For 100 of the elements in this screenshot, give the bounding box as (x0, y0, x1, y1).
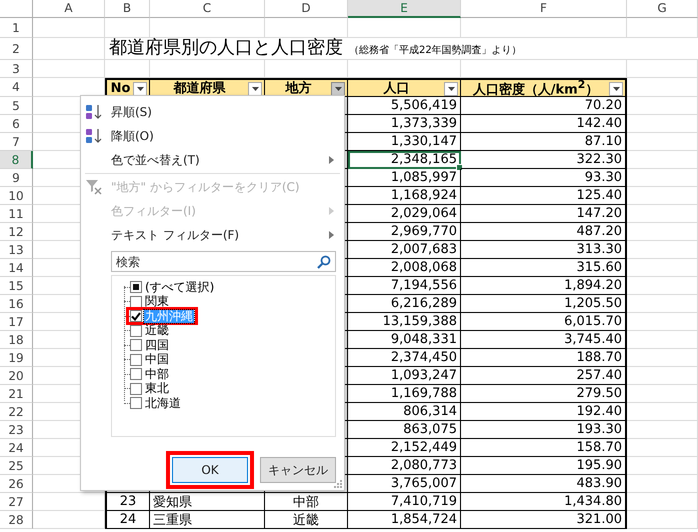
empty-cell (627, 385, 698, 403)
caret-icon (448, 87, 454, 91)
table-cell: 1,168,924 (348, 187, 461, 205)
dialog-button[interactable]: OK (172, 457, 248, 483)
dialog-button[interactable]: キャンセル (260, 457, 336, 483)
row-header[interactable]: 17 (0, 313, 33, 331)
option-label[interactable]: 四国 (144, 338, 170, 352)
select-all-corner[interactable] (0, 0, 33, 18)
filter-dropdown-button[interactable] (444, 82, 458, 96)
table-cell: 1,085,997 (348, 169, 461, 187)
row-header[interactable]: 4 (0, 78, 33, 97)
checkbox[interactable] (130, 296, 142, 308)
row-header[interactable]: 25 (0, 457, 33, 475)
menu-item[interactable]: 昇順(S) (81, 100, 344, 124)
menu-item[interactable]: 降順(O) (81, 124, 344, 148)
checkbox[interactable] (130, 368, 142, 380)
row-header[interactable]: 10 (0, 187, 33, 205)
empty-cell (627, 151, 698, 169)
filter-dropdown-button[interactable] (133, 82, 147, 96)
table-cell: 三重県 (150, 511, 265, 529)
row-header[interactable]: 19 (0, 349, 33, 367)
option-label[interactable]: 関東 (144, 295, 170, 308)
column-header[interactable]: F (461, 0, 627, 18)
row-header[interactable]: 28 (0, 511, 33, 529)
table-cell: 193.30 (461, 421, 627, 439)
checkbox[interactable] (130, 397, 142, 410)
row-header[interactable]: 8 (0, 151, 33, 169)
row-header[interactable]: 15 (0, 277, 33, 295)
table-cell: 3,765,007 (348, 475, 461, 493)
table-cell: 5,506,419 (348, 97, 461, 115)
row-header[interactable]: 22 (0, 403, 33, 421)
checkbox[interactable] (130, 281, 142, 294)
table-cell: 2,080,773 (348, 457, 461, 475)
row-header[interactable]: 26 (0, 475, 33, 493)
row-header[interactable]: 20 (0, 367, 33, 385)
checkbox[interactable] (130, 310, 142, 322)
option-label[interactable]: 中国 (144, 353, 170, 366)
row-header[interactable]: 18 (0, 331, 33, 349)
table-cell: 483.90 (461, 475, 627, 493)
table-cell: 1,854,724 (348, 511, 461, 529)
empty-cell (627, 475, 698, 493)
empty-cell (627, 349, 698, 367)
table-cell: 中部 (265, 493, 348, 511)
row-header[interactable]: 16 (0, 295, 33, 313)
option-label[interactable]: (すべて選択) (144, 280, 216, 294)
row-header[interactable]: 12 (0, 223, 33, 241)
option-label[interactable]: 近畿 (144, 324, 170, 338)
row-header[interactable]: 23 (0, 421, 33, 439)
checkbox[interactable] (130, 354, 142, 366)
option-label[interactable]: 中部 (144, 368, 170, 381)
table-cell: 7,194,556 (348, 277, 461, 295)
checkbox[interactable] (130, 382, 142, 395)
row-header[interactable]: 13 (0, 241, 33, 259)
column-header[interactable]: A (33, 0, 105, 18)
row-header[interactable]: 6 (0, 115, 33, 133)
table-cell: 279.50 (461, 385, 627, 403)
table-cell: 322.30 (461, 151, 627, 169)
row-header[interactable]: 3 (0, 60, 33, 78)
filter-dropdown-button[interactable] (331, 82, 345, 96)
empty-cell (627, 115, 698, 133)
row-header[interactable]: 21 (0, 385, 33, 403)
column-header[interactable]: B (105, 0, 150, 18)
checkbox[interactable] (130, 324, 142, 337)
checkbox[interactable] (130, 339, 142, 352)
empty-cell (627, 439, 698, 457)
table-cell: 1,373,339 (348, 115, 461, 133)
empty-cell (627, 223, 698, 241)
row-header[interactable]: 14 (0, 259, 33, 277)
empty-cell (627, 493, 698, 511)
row-header[interactable]: 11 (0, 205, 33, 223)
table-cell: 6,216,289 (348, 295, 461, 313)
table-cell: 313.30 (461, 241, 627, 259)
row-header[interactable]: 27 (0, 493, 33, 511)
sort-icon (85, 104, 103, 120)
table-header-cell: 地方 (265, 78, 348, 97)
column-header[interactable]: E (348, 0, 461, 18)
caret-icon (252, 87, 258, 91)
resize-grip-icon[interactable] (334, 480, 342, 488)
option-label[interactable]: 北海道 (144, 396, 182, 410)
table-cell: 192.40 (461, 403, 627, 421)
table-cell: 93.30 (461, 169, 627, 187)
option-label[interactable]: 東北 (144, 382, 170, 396)
table-cell: 1,434.80 (461, 493, 627, 511)
row-header[interactable]: 9 (0, 169, 33, 187)
table-cell: 2,008,068 (348, 259, 461, 277)
filter-dropdown-button[interactable] (248, 82, 262, 96)
column-header[interactable]: C (150, 0, 265, 18)
row-header[interactable]: 1 (0, 18, 33, 38)
column-header[interactable]: G (627, 0, 698, 18)
search-field[interactable]: 検索 (111, 251, 336, 272)
row-header[interactable]: 2 (0, 38, 33, 60)
caret-icon (612, 87, 620, 91)
menu-item[interactable]: テキスト フィルター(F) (81, 223, 344, 247)
row-header[interactable]: 5 (0, 97, 33, 115)
sort-icon (85, 128, 103, 144)
filter-dropdown-button[interactable] (609, 82, 623, 96)
table-cell: 70.20 (461, 97, 627, 115)
menu-item[interactable]: 色で並べ替え(T) (81, 148, 344, 172)
table-cell: 158.70 (461, 439, 627, 457)
row-header[interactable]: 24 (0, 439, 33, 457)
